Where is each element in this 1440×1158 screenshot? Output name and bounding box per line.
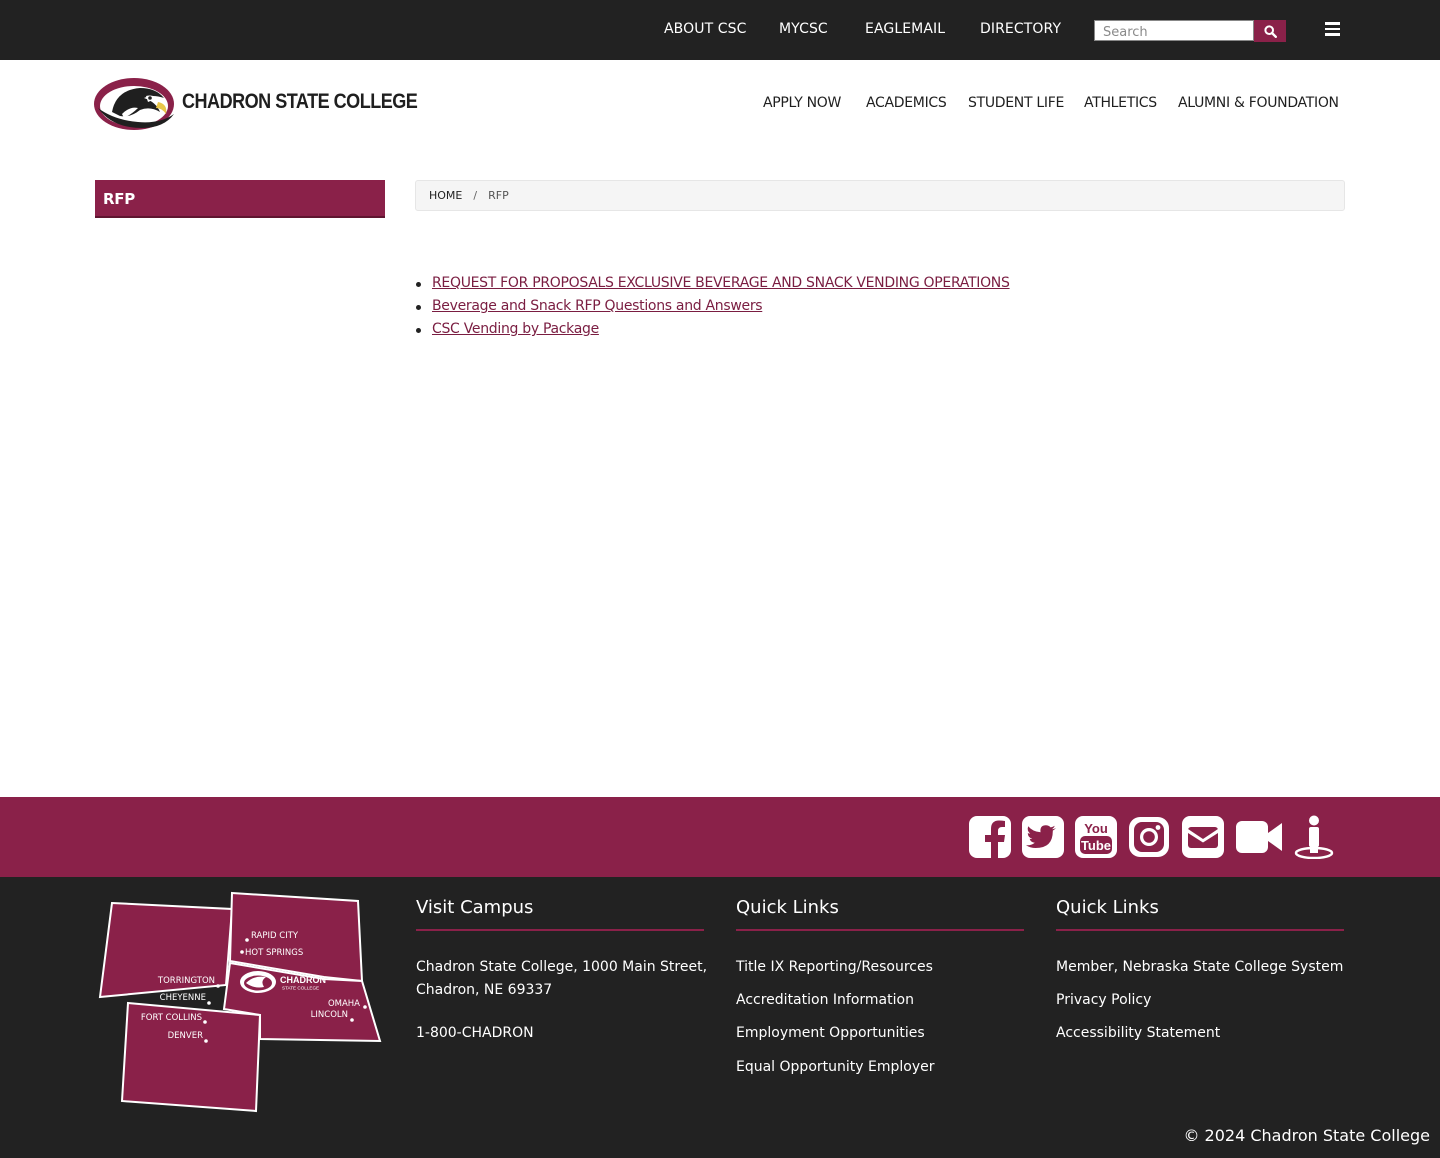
map-label-lincoln: LINCOLN [311,1010,348,1020]
privacy-policy-link[interactable]: Privacy Policy [1056,992,1151,1008]
breadcrumb-home-link[interactable]: HOME [429,189,462,202]
map-label-fort-collins: FORT COLLINS [141,1013,202,1023]
accessibility-link[interactable]: Accessibility Statement [1056,1025,1220,1041]
nav-athletics[interactable]: ATHLETICS [1084,95,1157,111]
nav-apply-now[interactable]: APPLY NOW [763,95,841,111]
map-label-omaha: OMAHA [328,999,360,1009]
campus-address-line1: Chadron State College, 1000 Main Street, [416,959,708,975]
person-info-icon[interactable] [1293,815,1337,859]
list-item: Beverage and Snack RFP Questions and Ans… [414,296,1010,319]
rfp-qa-link[interactable]: Beverage and Snack RFP Questions and Ans… [432,298,763,314]
site-footer: RAPID CITY HOT SPRINGS TORRINGTON CHEYEN… [0,877,1440,1158]
about-csc-link[interactable]: ABOUT CSC [664,21,747,37]
list-item: REQUEST FOR PROPOSALS EXCLUSIVE BEVERAGE… [414,273,1010,296]
eaglemail-link[interactable]: EAGLEMAIL [865,21,945,37]
email-icon[interactable] [1181,815,1225,859]
vending-package-link[interactable]: CSC Vending by Package [432,321,599,337]
instagram-icon[interactable] [1127,815,1171,859]
nav-student-life[interactable]: STUDENT LIFE [968,95,1064,111]
search-icon [1263,24,1277,38]
breadcrumb-current: RFP [488,189,509,202]
nav-academics[interactable]: ACADEMICS [866,95,947,111]
youtube-tube-text: Tube [1081,838,1111,853]
copyright-text: © 2024 Chadron State College [1183,1126,1430,1145]
section-divider [1056,929,1344,931]
rfp-document-list: REQUEST FOR PROPOSALS EXCLUSIVE BEVERAGE… [414,273,1010,342]
quick-links-heading: Quick Links [736,897,839,918]
campus-address-line2: Chadron, NE 69337 [416,982,553,998]
youtube-you-text: You [1084,821,1108,836]
youtube-icon[interactable]: You Tube [1074,815,1118,859]
map-label-rapid-city: RAPID CITY [251,931,299,941]
mycsc-link[interactable]: MYCSC [779,21,828,37]
phone-link[interactable]: 1-800-CHADRON [416,1025,534,1041]
rfp-document-link[interactable]: REQUEST FOR PROPOSALS EXCLUSIVE BEVERAGE… [432,275,1010,291]
hamburger-menu-icon[interactable] [1325,22,1340,36]
section-divider [736,929,1024,931]
quick-links-heading: Quick Links [1056,897,1159,918]
nav-alumni-foundation[interactable]: ALUMNI & FOUNDATION [1178,95,1339,111]
social-media-bar: You Tube [0,797,1440,877]
map-label-cheyenne: CHEYENNE [160,993,206,1003]
search-box [1094,20,1254,42]
section-divider [416,929,704,931]
map-label-hot-springs: HOT SPRINGS [245,948,303,958]
equal-opportunity-link[interactable]: Equal Opportunity Employer [736,1059,934,1075]
map-label-denver: DENVER [168,1031,203,1041]
visit-campus-heading: Visit Campus [416,897,534,918]
nscs-member-link[interactable]: Member, Nebraska State College System [1056,959,1343,975]
regional-map-icon: RAPID CITY HOT SPRINGS TORRINGTON CHEYEN… [98,891,382,1113]
twitter-icon[interactable] [1021,815,1065,859]
logo-wordmark: CHADRON STATE COLLEGE [182,90,418,113]
sidebar-section-title: RFP [95,180,385,218]
list-item: CSC Vending by Package [414,319,1010,342]
search-button[interactable] [1254,20,1286,42]
search-input[interactable] [1095,23,1253,42]
directory-link[interactable]: DIRECTORY [980,21,1061,37]
breadcrumb-separator: / [473,189,478,202]
title-ix-link[interactable]: Title IX Reporting/Resources [736,959,933,975]
utility-bar: ABOUT CSC MYCSC EAGLEMAIL DIRECTORY [0,0,1440,60]
video-icon[interactable] [1234,815,1286,859]
map-logo-text: CHADRON [280,975,326,985]
accreditation-link[interactable]: Accreditation Information [736,992,914,1008]
facebook-icon[interactable] [968,815,1012,859]
breadcrumb: HOME / RFP [415,180,1345,211]
map-label-torrington: TORRINGTON [157,976,215,986]
map-logo-subtext: STATE COLLEGE [282,986,319,991]
employment-link[interactable]: Employment Opportunities [736,1025,925,1041]
